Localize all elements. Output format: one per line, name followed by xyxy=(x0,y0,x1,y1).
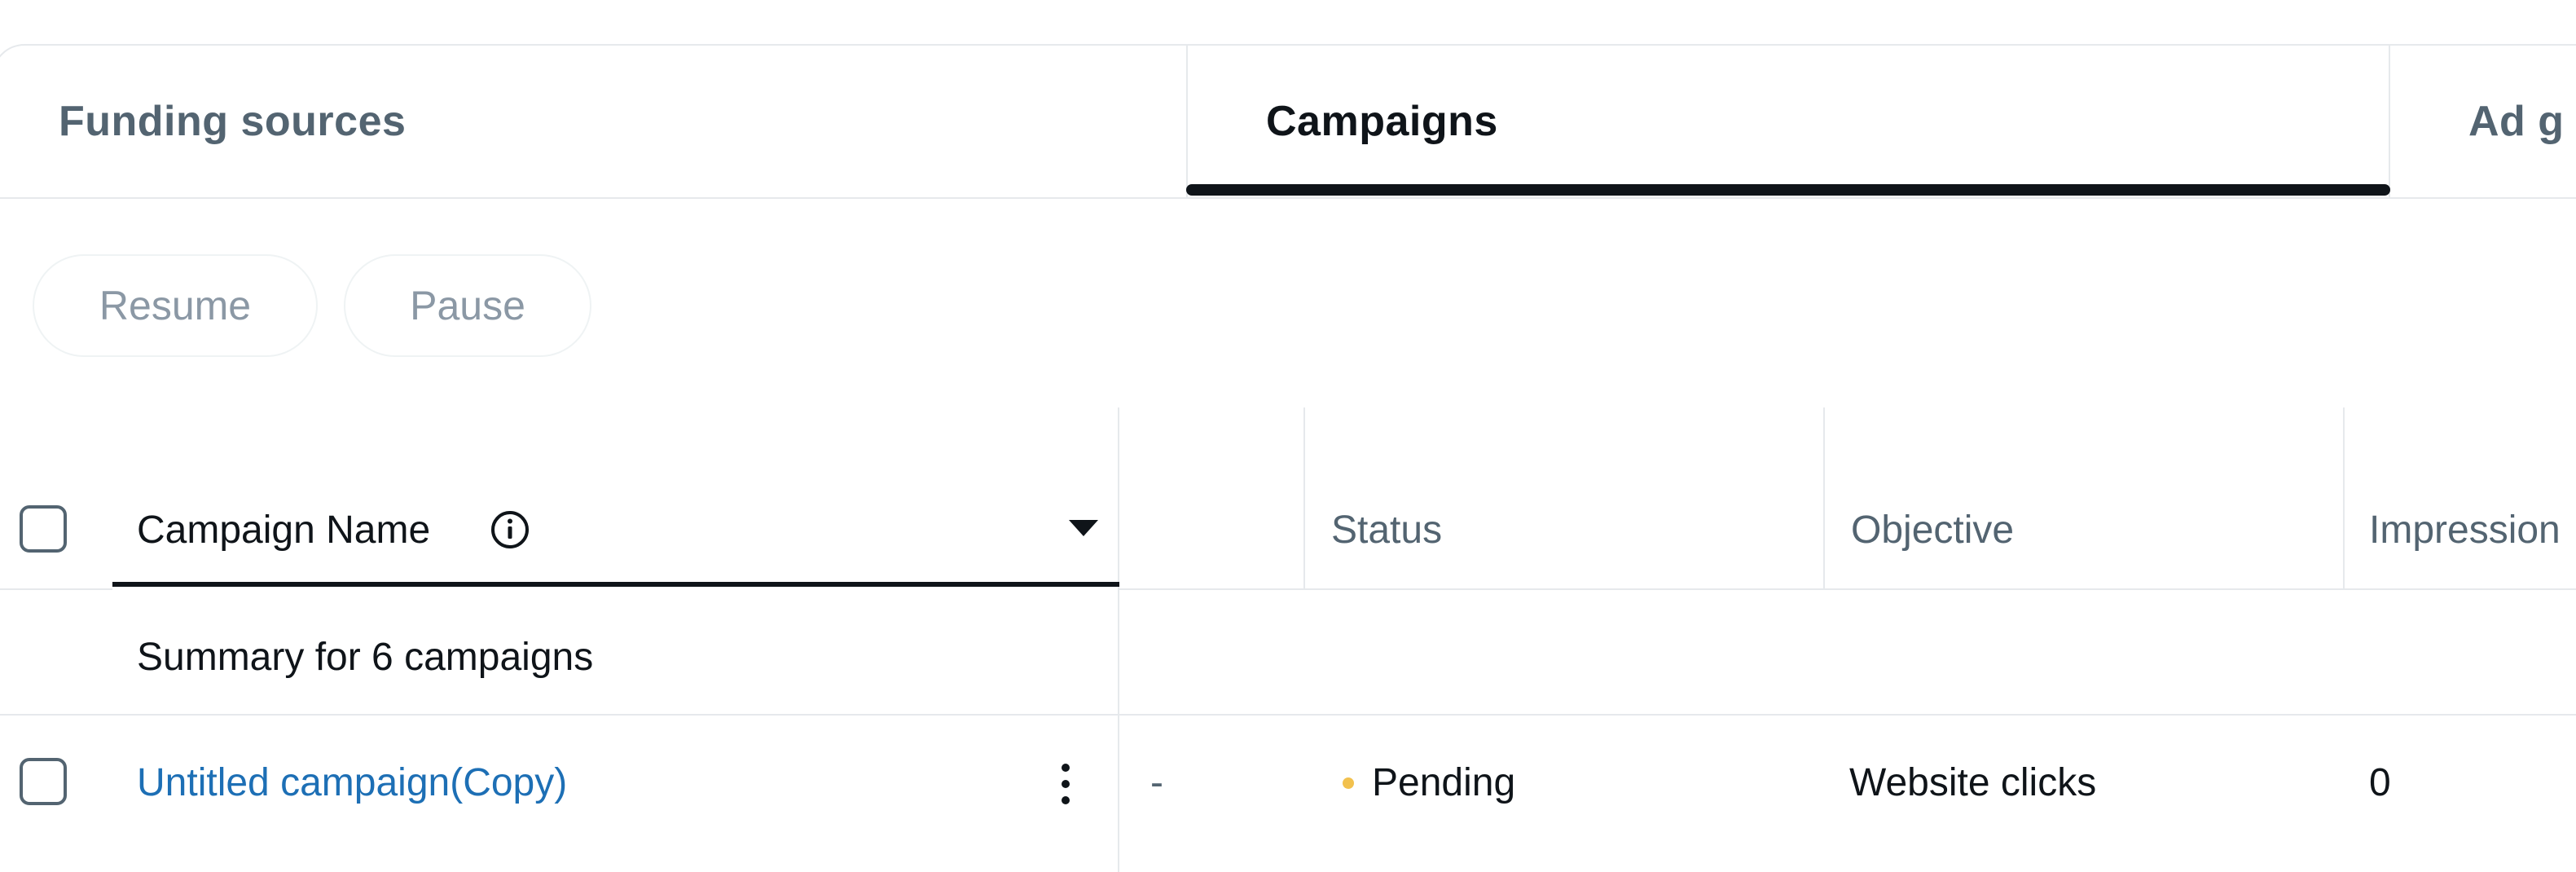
resume-button[interactable]: Resume xyxy=(33,254,318,357)
tab-ad-groups[interactable]: Ad g xyxy=(2390,44,2576,199)
status-cell: Pending xyxy=(1372,760,1516,804)
info-circle-icon[interactable] xyxy=(489,509,531,551)
column-divider xyxy=(2343,407,2345,590)
tab-campaigns[interactable]: Campaigns xyxy=(1186,44,2390,199)
impressions-cell: 0 xyxy=(2369,760,2391,804)
status-indicator-dot xyxy=(1343,777,1354,789)
objective-cell: Website clicks xyxy=(1849,760,2097,804)
summary-row-label: Summary for 6 campaigns xyxy=(137,635,594,679)
pause-button[interactable]: Pause xyxy=(344,254,591,357)
vertical-ellipsis-icon[interactable] xyxy=(1056,760,1075,808)
column-header-objective[interactable]: Objective xyxy=(1851,497,2014,562)
sorted-column-indicator xyxy=(112,582,1119,587)
caret-down-icon[interactable] xyxy=(1067,518,1100,538)
active-tab-indicator xyxy=(1186,184,2390,196)
row-extra-cell: - xyxy=(1150,760,1163,804)
column-divider xyxy=(1823,407,1825,590)
column-header-impressions[interactable]: Impression xyxy=(2369,497,2561,562)
campaign-name-link[interactable]: Untitled campaign(Copy) xyxy=(137,750,567,815)
row-checkbox[interactable] xyxy=(20,758,67,805)
column-header-status[interactable]: Status xyxy=(1331,497,1442,562)
column-header-campaign-name[interactable]: Campaign Name xyxy=(137,497,430,562)
row-divider xyxy=(1119,588,2576,590)
row-divider xyxy=(0,714,2576,716)
column-divider xyxy=(1118,407,1119,872)
column-divider xyxy=(1303,407,1305,590)
tab-funding-sources[interactable]: Funding sources xyxy=(0,44,1186,199)
select-all-checkbox[interactable] xyxy=(20,505,67,553)
row-divider xyxy=(0,588,112,590)
